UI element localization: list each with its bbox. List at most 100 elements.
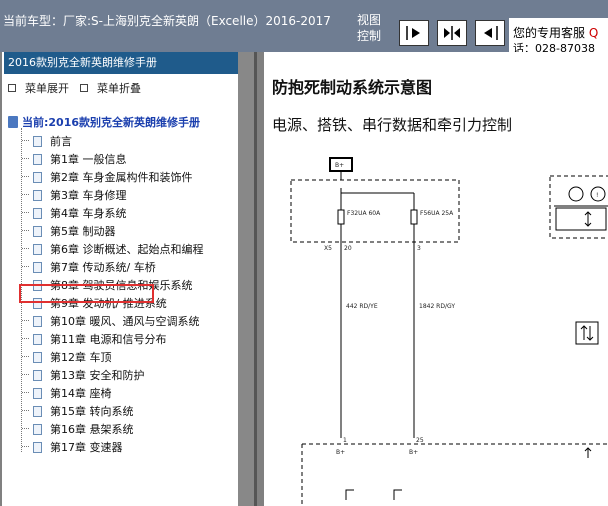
toc-item[interactable]: 第7章 传动系统/ 车桥 xyxy=(22,258,156,276)
toc-item-label: 第1章 一般信息 xyxy=(50,153,127,166)
document-icon xyxy=(33,333,42,345)
small-arrow-icon xyxy=(584,447,592,458)
menu-collapse-button[interactable]: 菜单折叠 xyxy=(80,80,141,96)
tree-connector xyxy=(22,320,29,322)
tree-connector xyxy=(22,176,29,178)
document-icon xyxy=(33,315,42,327)
toc-item[interactable]: 第1章 一般信息 xyxy=(22,150,127,168)
fuse-right-label: F56UA 25A xyxy=(420,210,454,217)
collapse-icon xyxy=(80,84,88,92)
toc-title: 2016款别克全新英朗维修手册 xyxy=(4,52,238,74)
toc-item-label: 第4章 车身系统 xyxy=(50,207,127,220)
toc-item[interactable]: 第12章 车顶 xyxy=(22,348,112,366)
module-symbol-left xyxy=(345,489,354,500)
document-icon xyxy=(33,225,42,237)
toc-item[interactable]: 第11章 电源和信号分布 xyxy=(22,330,167,348)
fuse-right xyxy=(410,209,418,225)
show-right-pane-button[interactable] xyxy=(399,20,429,46)
tree-connector xyxy=(22,446,29,448)
toc-item[interactable]: 第3章 车身修理 xyxy=(22,186,127,204)
right-module-outline xyxy=(549,175,608,239)
fuse-left-label: F32UA 60A xyxy=(347,210,381,217)
toc-item-label: 第10章 暖风、通风与空调系统 xyxy=(50,315,200,328)
toc-item-label: 第11章 电源和信号分布 xyxy=(50,333,167,346)
document-icon xyxy=(33,261,42,273)
toc-item[interactable]: 第5章 制动器 xyxy=(22,222,116,240)
warning-glyph: ! xyxy=(596,192,598,199)
bplus-right: B+ xyxy=(409,449,418,456)
connector-x5-label: X5 xyxy=(324,245,332,252)
current-vehicle-label: 当前车型：厂家:S-上海别克全新英朗（Excelle）2016-2017 xyxy=(3,14,331,28)
data-arrow-icon xyxy=(580,325,594,341)
support-label: 您的专用客服 xyxy=(513,26,589,40)
right-module-box xyxy=(555,207,607,231)
expand-left-icon xyxy=(484,26,498,40)
support-contact-box: 您的专用客服 Q 话：028-87038 xyxy=(509,18,608,52)
toc-item[interactable]: 第15章 转向系统 xyxy=(22,402,134,420)
toc-item-label: 第6章 诊断概述、起始点和编程 xyxy=(50,243,204,256)
tree-connector xyxy=(22,140,29,142)
toc-item[interactable]: 第4章 车身系统 xyxy=(22,204,127,222)
toc-item-label: 第3章 车身修理 xyxy=(50,189,127,202)
toc-item[interactable]: 第2章 车身金属构件和装饰件 xyxy=(22,168,193,186)
toc-panel: 2016款别克全新英朗维修手册 菜单展开 菜单折叠 当前:2016款别克全新英朗… xyxy=(2,52,238,506)
view-label-line2: 控制 xyxy=(357,29,382,43)
module-symbol-right xyxy=(393,489,402,500)
splitter-edge xyxy=(254,52,257,506)
toc-item-label: 第2章 车身金属构件和装饰件 xyxy=(50,171,193,184)
toc-item[interactable]: 第6章 诊断概述、起始点和编程 xyxy=(22,240,204,258)
fuse-left xyxy=(337,209,345,225)
bplus-left: B+ xyxy=(336,449,345,456)
tree-connector xyxy=(22,230,29,232)
tree-connector xyxy=(22,266,29,268)
tree-connector xyxy=(22,338,29,340)
toc-item-label: 第13章 安全和防护 xyxy=(50,369,145,382)
toc-item[interactable]: 第16章 悬架系统 xyxy=(22,420,134,438)
view-control-label: 视图 控制 xyxy=(357,12,381,44)
toc-item-label: 第14章 座椅 xyxy=(50,387,112,400)
book-icon xyxy=(8,116,18,128)
top-toolbar: 当前车型：厂家:S-上海别克全新英朗（Excelle）2016-2017 视图 … xyxy=(0,0,608,52)
toc-item-label: 第5章 制动器 xyxy=(50,225,116,238)
tree-connector xyxy=(22,374,29,376)
document-icon xyxy=(33,189,42,201)
support-phone: 话：028-87038 xyxy=(513,42,595,52)
show-left-pane-button[interactable] xyxy=(475,20,505,46)
selected-item-highlight xyxy=(19,284,154,303)
toc-item[interactable]: 第10章 暖风、通风与空调系统 xyxy=(22,312,200,330)
tree-connector xyxy=(22,194,29,196)
wiring-diagram: B+ F32UA 60A F56UA 25A X5 20 3 442 RD/YE… xyxy=(290,157,608,506)
document-icon xyxy=(33,387,42,399)
pin-left-bottom: 1 xyxy=(343,437,347,444)
document-icon xyxy=(33,135,42,147)
document-icon xyxy=(33,243,42,255)
toc-item-label: 第16章 悬架系统 xyxy=(50,423,134,436)
wire-right-label: 1842 RD/GY xyxy=(419,303,455,310)
toc-item-label: 第7章 传动系统/ 车桥 xyxy=(50,261,156,274)
menu-collapse-label: 菜单折叠 xyxy=(97,82,141,95)
tree-connector xyxy=(22,428,29,430)
tree-root-label: 当前:2016款别克全新英朗维修手册 xyxy=(22,116,201,129)
terminal-label: B+ xyxy=(335,162,344,169)
tree-root[interactable]: 当前:2016款别克全新英朗维修手册 xyxy=(8,114,200,130)
bidirectional-arrow-icon xyxy=(584,211,592,227)
pin-left-top: 20 xyxy=(344,245,352,252)
connector-box xyxy=(575,321,599,345)
document-icon xyxy=(33,351,42,363)
document-icon xyxy=(33,423,42,435)
qq-link[interactable]: Q xyxy=(589,26,598,40)
pane-splitter[interactable] xyxy=(238,52,257,506)
pin-right-bottom: 25 xyxy=(416,437,424,444)
document-icon xyxy=(33,405,42,417)
toc-item-label: 第15章 转向系统 xyxy=(50,405,134,418)
toc-item[interactable]: 前言 xyxy=(22,132,72,150)
document-viewer: 防抱死制动系统示意图 电源、搭铁、串行数据和牵引力控制 B+ F32UA 60A… xyxy=(264,52,608,506)
toc-item[interactable]: 第13章 安全和防护 xyxy=(22,366,145,384)
menu-expand-button[interactable]: 菜单展开 xyxy=(8,80,69,96)
split-view-button[interactable] xyxy=(437,20,467,46)
expand-icon xyxy=(8,84,16,92)
toc-item[interactable]: 第17章 变速器 xyxy=(22,438,123,456)
expand-right-icon xyxy=(406,26,420,40)
document-icon xyxy=(33,153,42,165)
toc-item[interactable]: 第14章 座椅 xyxy=(22,384,112,402)
